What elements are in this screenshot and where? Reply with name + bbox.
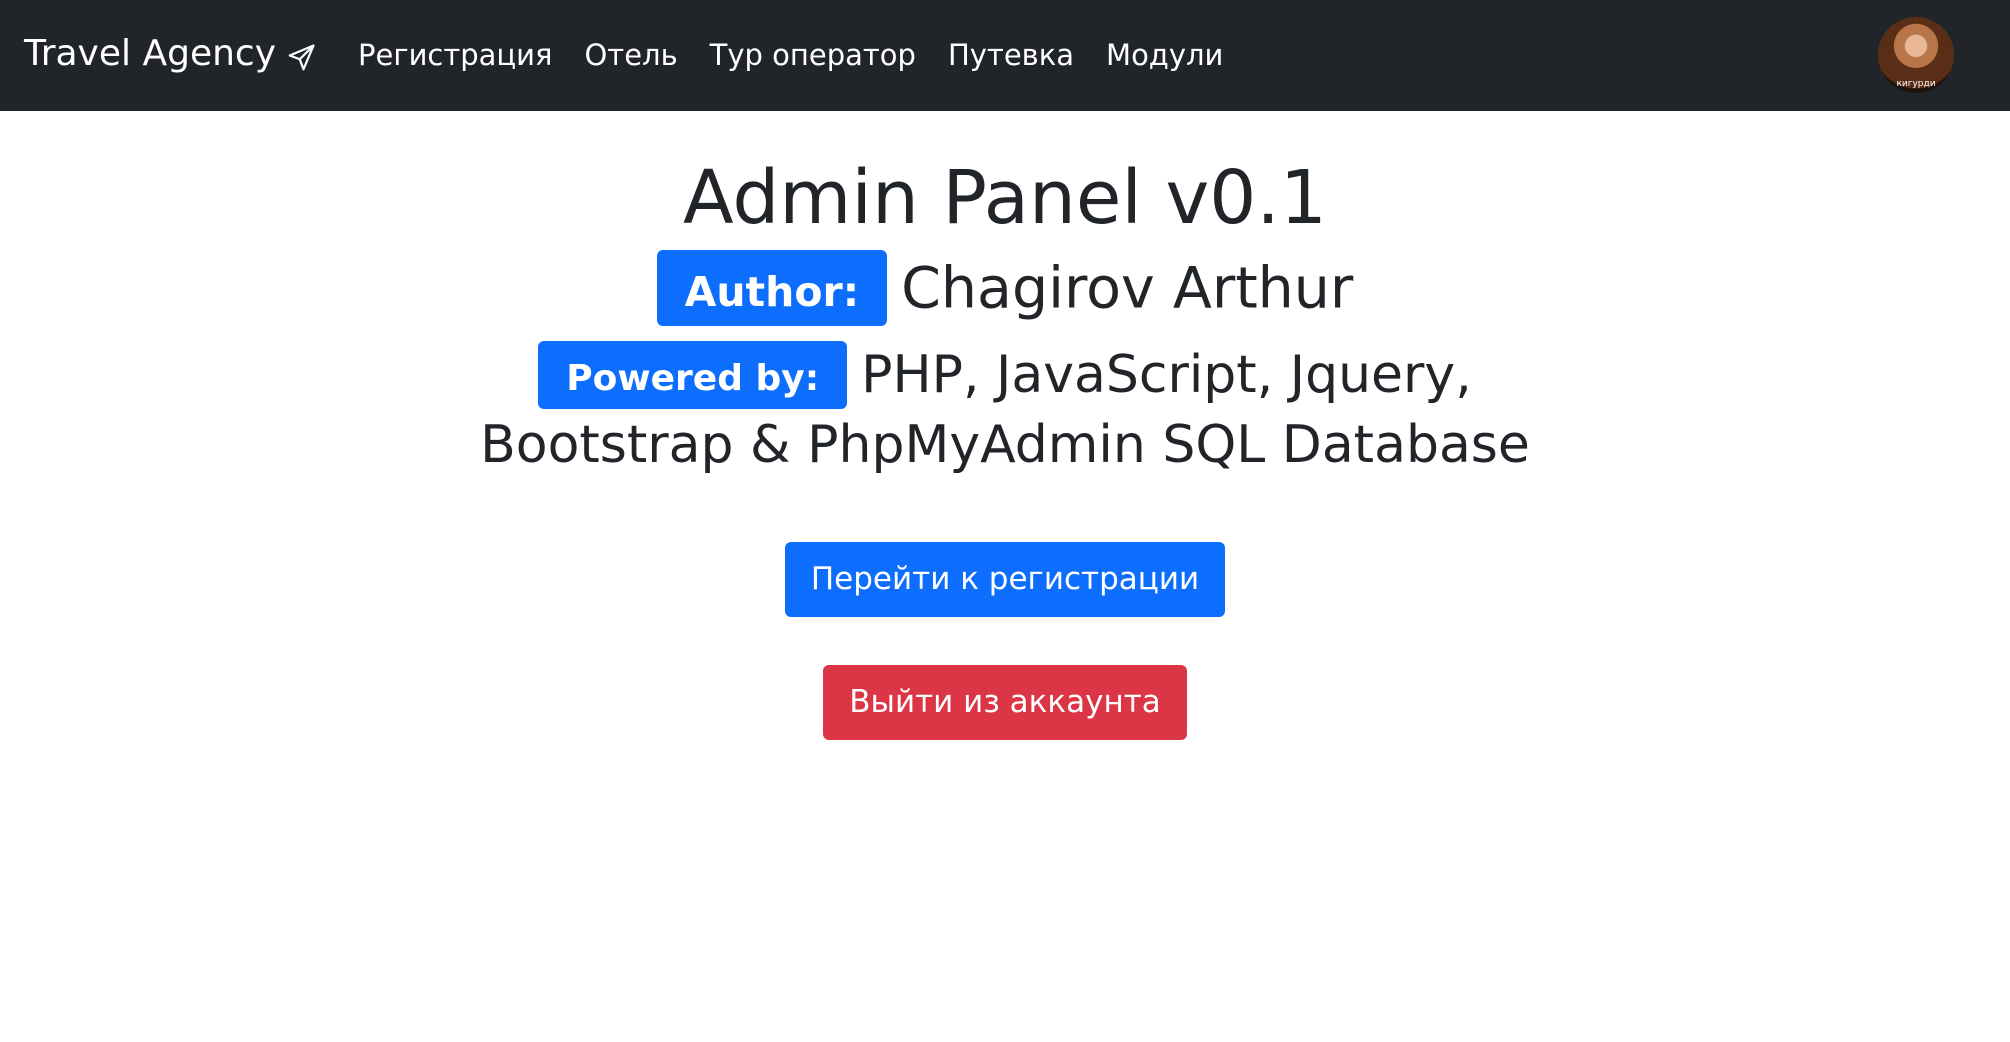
nav-menu: Регистрация Отель Тур оператор Путевка М… [358, 36, 1255, 74]
nav-link-registration[interactable]: Регистрация [358, 36, 552, 74]
logout-button-row: Выйти из аккаунта [0, 665, 2010, 741]
brand-link[interactable]: Travel Agency [24, 32, 316, 76]
author-badge: Author: [656, 250, 888, 327]
powered-by-badge: Powered by: [538, 341, 848, 410]
go-to-registration-button[interactable]: Перейти к регистрации [784, 542, 1226, 618]
brand-text: Travel Agency [24, 33, 276, 74]
powered-by-block: Powered by: PHP, JavaScript, Jquery, Boot… [0, 337, 2010, 480]
author-name: Chagirov Arthur [901, 255, 1354, 322]
nav-link-tour-operator[interactable]: Тур оператор [710, 36, 916, 74]
avatar-caption: кигурди [1896, 79, 1936, 89]
powered-by-text-1: PHP, JavaScript, Jquery, [861, 345, 1472, 406]
logout-button[interactable]: Выйти из аккаунта [823, 665, 1187, 741]
page-title: Admin Panel v0.1 [683, 155, 1327, 241]
main-content: Admin Panel v0.1 Author: Chagirov Arthur … [0, 111, 2010, 741]
nav-link-hotel[interactable]: Отель [584, 36, 677, 74]
nav-link-modules[interactable]: Модули [1106, 36, 1223, 74]
powered-by-text-2: Bootstrap & PhpMyAdmin SQL Database [480, 415, 1530, 476]
send-icon [288, 44, 315, 71]
nav-link-voucher[interactable]: Путевка [948, 36, 1074, 74]
user-avatar[interactable]: кигурди [1878, 17, 1954, 93]
register-button-row: Перейти к регистрации [0, 542, 2010, 618]
powered-by-line-1: Powered by: PHP, JavaScript, Jquery, [0, 337, 2010, 410]
author-line: Author: Chagirov Arthur [0, 244, 2010, 329]
top-navbar: Travel Agency Регистрация Отель Тур опер… [0, 0, 2010, 111]
